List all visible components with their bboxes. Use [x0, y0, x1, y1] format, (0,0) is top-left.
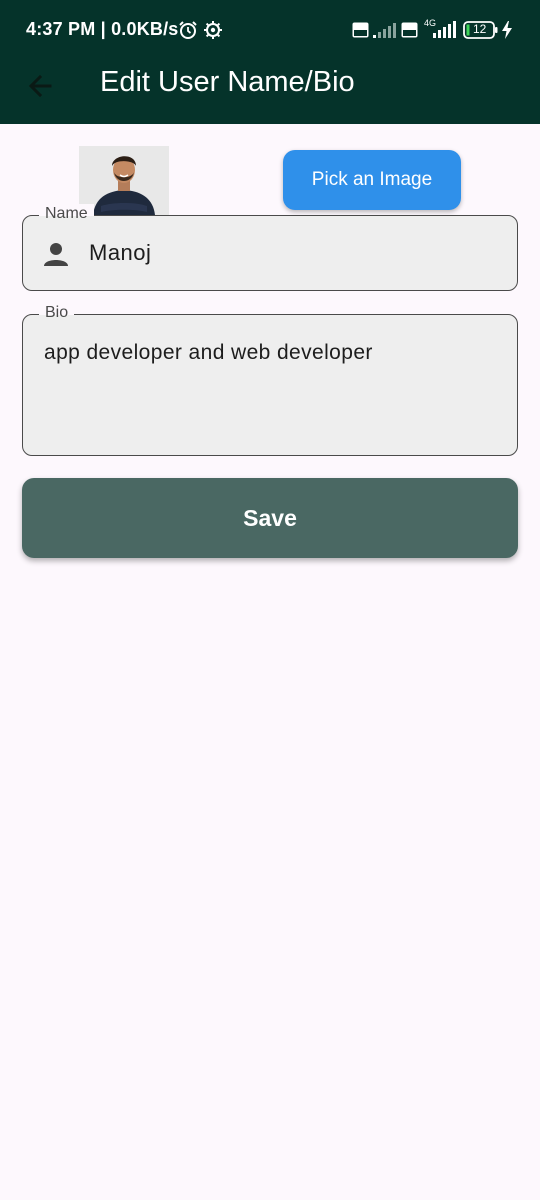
pick-image-button[interactable]: Pick an Image	[283, 150, 461, 210]
name-input[interactable]: Manoj	[89, 240, 151, 266]
person-icon	[44, 243, 68, 266]
volte-icon	[352, 22, 369, 38]
save-button[interactable]: Save	[22, 478, 518, 558]
name-field[interactable]: Name Manoj	[22, 204, 518, 291]
alarm-icon	[179, 21, 197, 39]
signal-icon	[433, 21, 456, 38]
arrow-back-icon[interactable]	[22, 68, 58, 104]
volte-icon	[401, 22, 418, 38]
edit-profile-screen: 4:37 PM | 0.0KB/s 4G 12 Edit User Name/B…	[0, 0, 540, 1200]
bio-field-label: Bio	[39, 303, 75, 323]
name-field-label: Name	[39, 204, 94, 224]
settings-icon	[204, 21, 222, 39]
status-bar: 4:37 PM | 0.0KB/s 4G 12	[0, 0, 540, 62]
charging-icon	[502, 21, 512, 39]
bio-textarea[interactable]: app developer and web developer	[44, 341, 373, 365]
page-title: Edit User Name/Bio	[100, 66, 355, 98]
top-bar: 4:37 PM | 0.0KB/s 4G 12 Edit User Name/B…	[0, 0, 540, 124]
status-time-speed: 4:37 PM | 0.0KB/s	[26, 19, 179, 39]
bio-field[interactable]: Bio app developer and web developer	[22, 303, 518, 456]
signal-icon	[373, 23, 396, 38]
battery-level: 12	[473, 22, 487, 36]
